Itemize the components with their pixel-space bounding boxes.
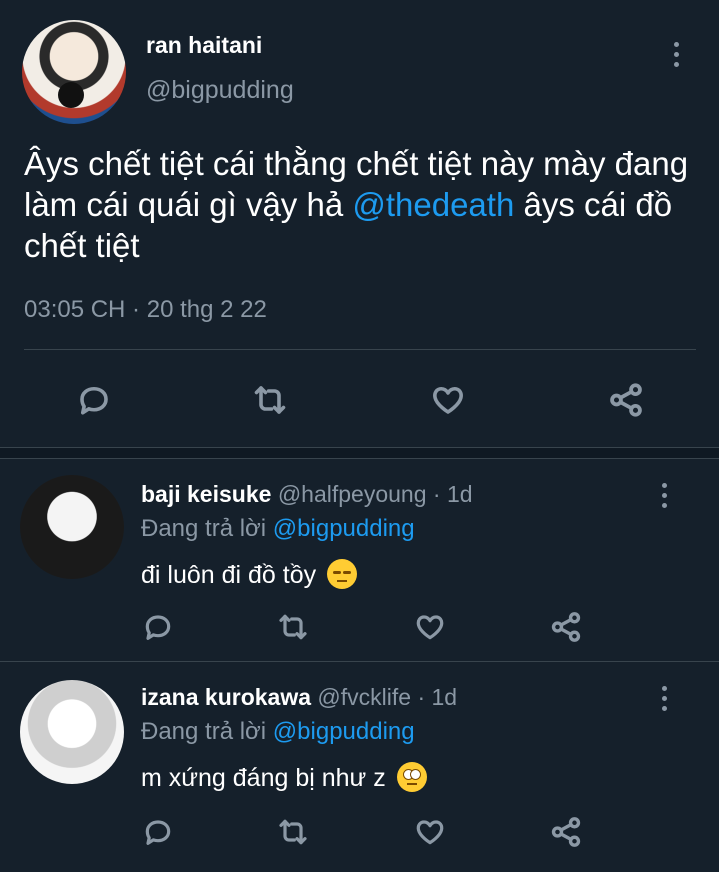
section-separator xyxy=(0,447,719,459)
author-name[interactable]: ran haitani xyxy=(146,32,262,59)
reply-icon[interactable] xyxy=(74,380,114,420)
reply-text-content: đi luôn đi đồ tồy xyxy=(141,561,317,589)
pensive-face-emoji xyxy=(327,559,358,589)
replying-label: Đang trả lời xyxy=(141,718,267,745)
reply-time: · 1d xyxy=(417,684,458,710)
avatar[interactable] xyxy=(20,475,124,579)
eye-roll-face-emoji xyxy=(396,762,427,792)
author-handle[interactable]: @bigpudding xyxy=(146,76,294,105)
reply-tweet[interactable]: baji keisuke @halfpeyoung · 1d Đang trả … xyxy=(0,459,719,659)
reply-icon[interactable] xyxy=(140,609,176,645)
reply-header: izana kurokawa @fvcklife · 1d xyxy=(141,684,457,711)
avatar[interactable] xyxy=(22,20,126,124)
timestamp: 03:05 CH · 20 thg 2 22 xyxy=(24,296,267,323)
more-options-icon[interactable] xyxy=(674,42,682,72)
share-icon[interactable] xyxy=(548,814,584,850)
replying-label: Đang trả lời xyxy=(141,515,267,542)
author-handle[interactable]: @halfpeyoung xyxy=(278,481,427,507)
tweet-actions xyxy=(0,366,719,430)
mention-link[interactable]: @thedeath xyxy=(352,186,514,223)
replying-to: Đang trả lời @bigpudding xyxy=(141,515,415,543)
avatar[interactable] xyxy=(20,680,124,784)
reply-time: · 1d xyxy=(432,481,473,507)
replying-to: Đang trả lời @bigpudding xyxy=(141,718,415,746)
replying-mention-link[interactable]: @bigpudding xyxy=(273,515,415,542)
more-options-icon[interactable] xyxy=(662,483,670,513)
author-name[interactable]: izana kurokawa xyxy=(141,684,311,710)
like-icon[interactable] xyxy=(412,814,448,850)
like-icon[interactable] xyxy=(428,380,468,420)
reply-icon[interactable] xyxy=(140,814,176,850)
author-handle[interactable]: @fvcklife xyxy=(317,684,411,710)
reply-text: đi luôn đi đồ tồy xyxy=(141,559,358,590)
author-name[interactable]: baji keisuke xyxy=(141,481,271,507)
reply-text: m xứng đáng bị như z xyxy=(141,762,427,793)
reply-text-content: m xứng đáng bị như z xyxy=(141,764,386,792)
like-icon[interactable] xyxy=(412,609,448,645)
tweet-header: ran haitani @bigpudding xyxy=(22,20,702,130)
reply-header: baji keisuke @halfpeyoung · 1d xyxy=(141,481,473,508)
retweet-icon[interactable] xyxy=(275,609,311,645)
tweet-text: Âys chết tiệt cái thằng chết tiệt này mà… xyxy=(24,143,694,266)
share-icon[interactable] xyxy=(548,609,584,645)
retweet-icon[interactable] xyxy=(275,814,311,850)
divider xyxy=(24,349,696,350)
share-icon[interactable] xyxy=(606,380,646,420)
replying-mention-link[interactable]: @bigpudding xyxy=(273,718,415,745)
reply-tweet[interactable]: izana kurokawa @fvcklife · 1d Đang trả l… xyxy=(0,662,719,872)
more-options-icon[interactable] xyxy=(662,686,670,716)
retweet-icon[interactable] xyxy=(250,380,290,420)
